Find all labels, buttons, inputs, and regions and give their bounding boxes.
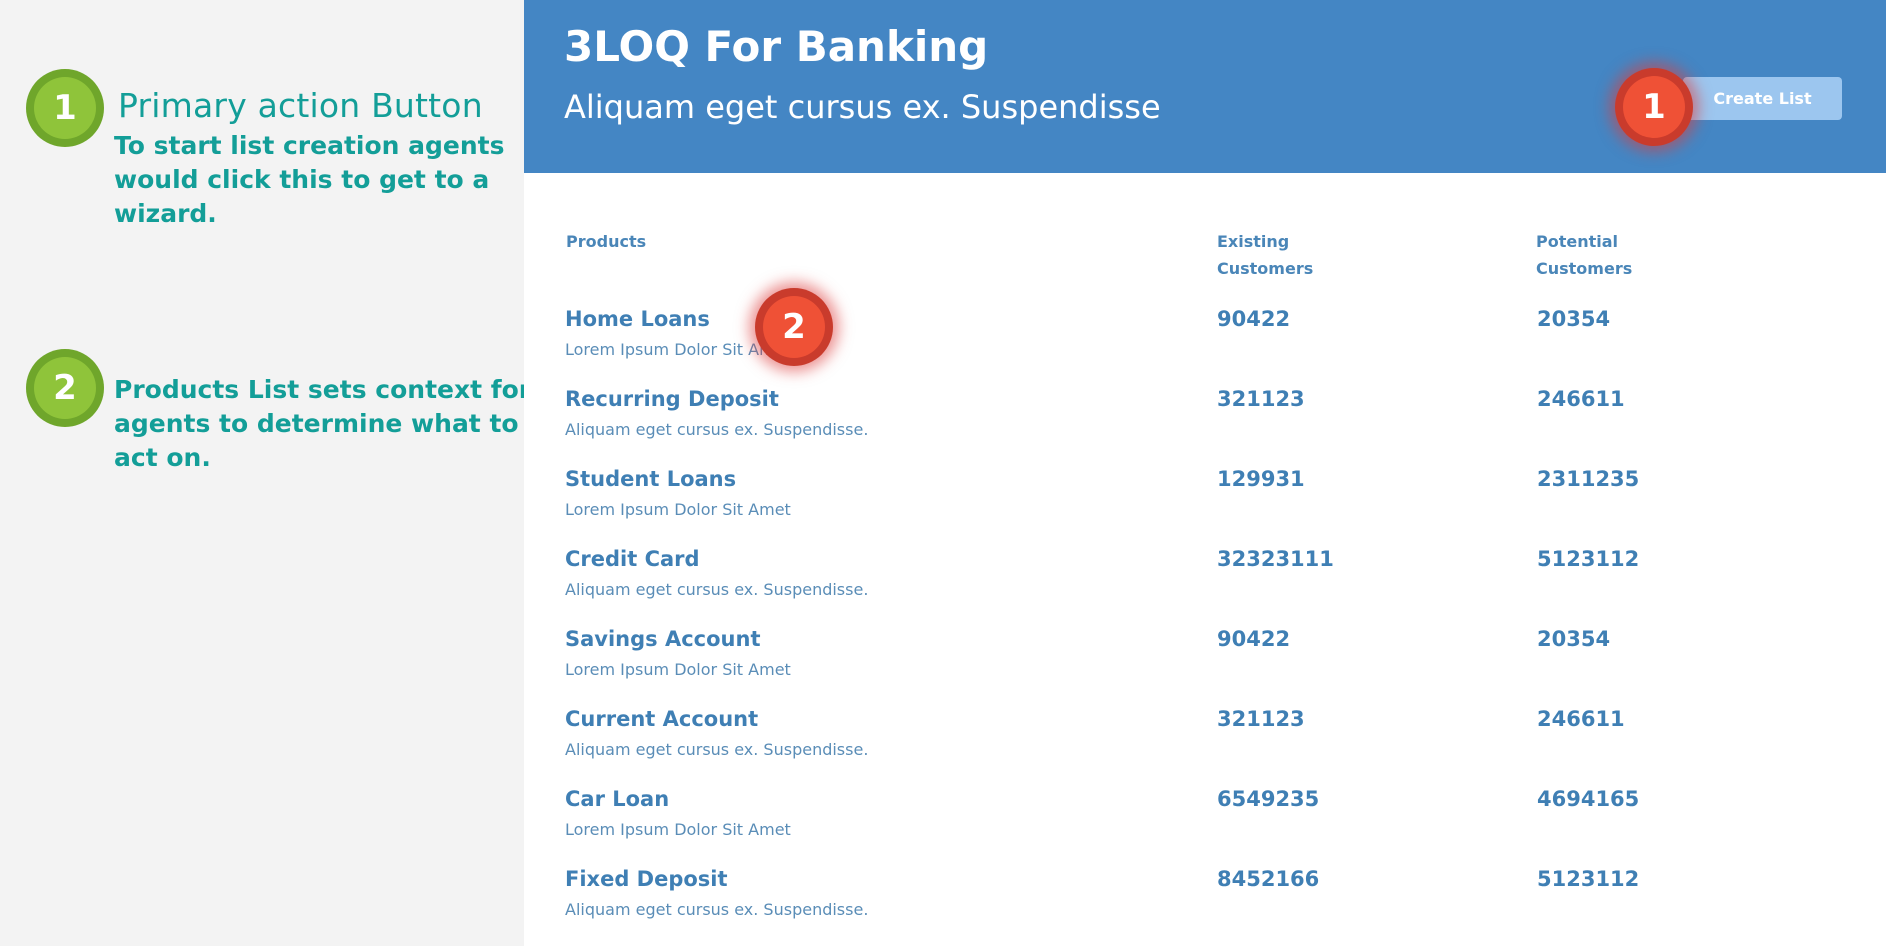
existing-customers-value: 8452166 [1217,867,1320,891]
potential-customers-value: 246611 [1537,707,1625,731]
potential-customers-value: 246611 [1537,387,1625,411]
potential-customers-value: 4694165 [1537,787,1640,811]
existing-customers-value: 32323111 [1217,547,1334,571]
existing-customers-value: 321123 [1217,387,1305,411]
callout-number: 2 [763,296,825,358]
table-row[interactable]: Fixed Deposit Aliquam eget cursus ex. Sus… [524,867,1886,946]
existing-customers-value: 90422 [1217,627,1291,651]
table-row[interactable]: Credit Card Aliquam eget cursus ex. Suspe… [524,547,1886,627]
step-heading: Primary action Button [118,86,483,125]
column-header-potential-customers: Potential Customers [1536,232,1633,278]
table-row[interactable]: Car Loan Lorem Ipsum Dolor Sit Amet 654923… [524,787,1886,867]
product-description: Aliquam eget cursus ex. Suspendisse. [565,900,869,919]
column-header-products: Products [566,232,647,251]
potential-customers-value: 20354 [1537,627,1611,651]
existing-customers-value: 6549235 [1217,787,1320,811]
step-description: To start list creation agents would clic… [114,131,505,228]
product-name: Credit Card [565,547,700,571]
step-number-badge: 1 [26,69,104,147]
product-name: Savings Account [565,627,761,651]
step-description: Products List sets context for agents to… [114,375,532,472]
table-row[interactable]: Recurring Deposit Aliquam eget cursus ex.… [524,387,1886,467]
step-number: 2 [34,357,96,419]
annotation-panel: 1 Primary action Button To start list cr… [0,0,531,946]
product-description: Lorem Ipsum Dolor Sit Amet [565,660,791,679]
existing-customers-value: 129931 [1217,467,1305,491]
product-name: Car Loan [565,787,670,811]
product-name: Student Loans [565,467,737,491]
table-row[interactable]: Savings Account Lorem Ipsum Dolor Sit Ame… [524,627,1886,707]
callout-number: 1 [1623,76,1685,138]
app-window: 3LOQ For Banking Aliquam eget cursus ex.… [524,0,1886,946]
product-description: Lorem Ipsum Dolor Sit Amet [565,820,791,839]
column-header-existing-customers: Existing Customers [1217,232,1314,278]
product-description: Lorem Ipsum Dolor Sit Amet [565,340,791,359]
product-name: Recurring Deposit [565,387,779,411]
product-description: Aliquam eget cursus ex. Suspendisse. [565,580,869,599]
product-name: Home Loans [565,307,710,331]
step-number-badge: 2 [26,349,104,427]
page-title: 3LOQ For Banking [564,22,989,71]
potential-customers-value: 2311235 [1537,467,1640,491]
product-description: Lorem Ipsum Dolor Sit Amet [565,500,791,519]
step-number: 1 [34,77,96,139]
callout-marker-2: 2 [755,288,833,366]
potential-customers-value: 5123112 [1537,547,1640,571]
potential-customers-value: 5123112 [1537,867,1640,891]
potential-customers-value: 20354 [1537,307,1611,331]
create-list-button[interactable]: Create List [1683,77,1842,120]
table-row[interactable]: Home Loans Lorem Ipsum Dolor Sit Amet 9042… [524,307,1886,387]
existing-customers-value: 90422 [1217,307,1291,331]
product-description: Aliquam eget cursus ex. Suspendisse. [565,420,869,439]
page-subtitle: Aliquam eget cursus ex. Suspendisse [564,88,1161,126]
table-row[interactable]: Current Account Aliquam eget cursus ex. S… [524,707,1886,787]
existing-customers-value: 321123 [1217,707,1305,731]
product-name: Current Account [565,707,759,731]
table-row[interactable]: Student Loans Lorem Ipsum Dolor Sit Amet 1… [524,467,1886,547]
product-description: Aliquam eget cursus ex. Suspendisse. [565,740,869,759]
callout-marker-1: 1 [1615,68,1693,146]
product-name: Fixed Deposit [565,867,728,891]
